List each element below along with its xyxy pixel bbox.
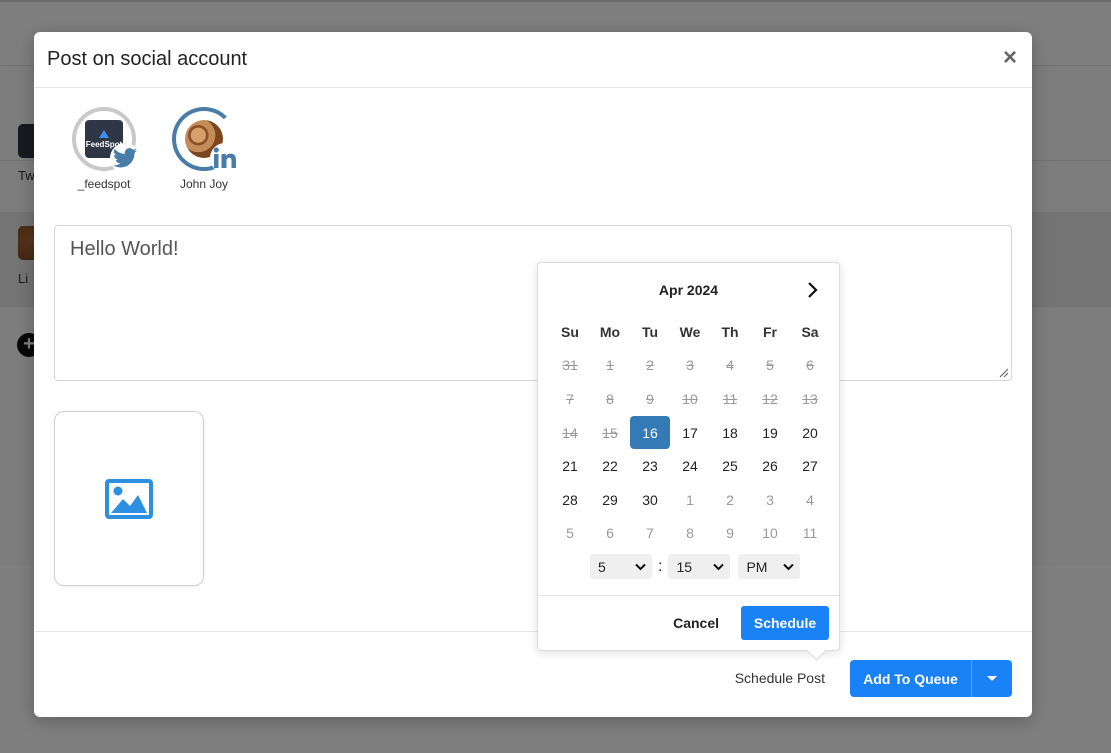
calendar-day[interactable]: 29: [590, 483, 630, 517]
datepicker-grid: Su Mo Tu We Th Fr Sa 31 1 2 3 4 5 6 7 8 9 10 11 12 13 14 15 16 1…: [550, 315, 830, 550]
account-name: _feedspot: [77, 177, 131, 191]
calendar-day[interactable]: 19: [750, 416, 790, 450]
queue-dropdown-toggle[interactable]: [972, 660, 1012, 697]
post-textarea[interactable]: Hello World!: [54, 225, 1012, 381]
calendar-day-disabled: 8: [606, 390, 614, 407]
calendar-day[interactable]: 27: [790, 449, 830, 483]
calendar-day-disabled: 12: [762, 390, 778, 407]
schedule-button[interactable]: Schedule: [741, 606, 829, 640]
cancel-button[interactable]: Cancel: [673, 615, 719, 631]
add-to-queue-button[interactable]: Add To Queue: [850, 660, 972, 697]
calendar-day-disabled: 7: [566, 390, 574, 407]
calendar-day-next-month[interactable]: 7: [630, 517, 670, 551]
account-ring: [172, 107, 240, 173]
calendar-day-disabled: 11: [722, 390, 738, 407]
weekday-header: We: [679, 323, 701, 340]
chevron-down-icon: [713, 563, 725, 570]
caret-down-icon: [987, 676, 997, 681]
calendar-day[interactable]: 30: [630, 483, 670, 517]
post-text-value: Hello World!: [70, 238, 179, 260]
calendar-day-disabled: 31: [562, 357, 578, 374]
calendar-day-disabled: 5: [766, 357, 774, 374]
calendar-day[interactable]: 18: [710, 416, 750, 450]
account-feedspot[interactable]: FeedSpot _feedspot: [72, 107, 140, 191]
weekday-header: Th: [721, 323, 739, 340]
calendar-day[interactable]: 23: [630, 449, 670, 483]
calendar-day[interactable]: 22: [590, 449, 630, 483]
account-john-joy[interactable]: John Joy: [172, 107, 240, 191]
calendar-day-next-month[interactable]: 11: [790, 517, 830, 551]
calendar-day[interactable]: 25: [710, 449, 750, 483]
twitter-icon: [110, 143, 140, 173]
calendar-day-disabled: 14: [562, 424, 578, 441]
calendar-day[interactable]: 24: [670, 449, 710, 483]
modal-title: Post on social account: [47, 48, 248, 70]
time-selector: 5 : 15 PM: [590, 554, 801, 579]
hour-value: 5: [598, 558, 606, 575]
account-name: John Joy: [179, 177, 229, 191]
hour-select[interactable]: 5: [590, 554, 652, 579]
linkedin-icon: [210, 143, 240, 173]
weekday-header: Mo: [599, 323, 621, 340]
modal-footer: Schedule Post Add To Queue: [34, 631, 1032, 717]
weekday-header: Su: [561, 323, 579, 340]
calendar-day-next-month[interactable]: 4: [790, 483, 830, 517]
resize-handle-icon[interactable]: [999, 368, 1009, 378]
calendar-day-disabled: 1: [606, 357, 614, 374]
ampm-select[interactable]: PM: [738, 554, 801, 579]
chevron-down-icon: [783, 563, 795, 570]
calendar-day-disabled: 10: [682, 390, 698, 407]
calendar-day-disabled: 4: [726, 357, 734, 374]
weekday-header: Tu: [641, 323, 659, 340]
calendar-day[interactable]: 20: [790, 416, 830, 450]
calendar-day-disabled: 6: [806, 357, 814, 374]
datepicker-footer: Cancel Schedule: [538, 595, 839, 651]
account-ring: FeedSpot: [72, 107, 140, 173]
calendar-day-disabled: 13: [802, 390, 818, 407]
calendar-day-next-month[interactable]: 8: [670, 517, 710, 551]
calendar-day-next-month[interactable]: 10: [750, 517, 790, 551]
calendar-day[interactable]: 21: [550, 449, 590, 483]
calendar-day-next-month[interactable]: 6: [590, 517, 630, 551]
image-icon: [105, 478, 153, 519]
time-separator: :: [658, 557, 663, 575]
post-modal: Post on social account × FeedSpot _feeds…: [34, 32, 1032, 717]
modal-header: Post on social account ×: [34, 32, 1032, 88]
calendar-day[interactable]: 17: [670, 416, 710, 450]
calendar-day[interactable]: 28: [550, 483, 590, 517]
ampm-value: PM: [746, 558, 768, 575]
calendar-day-next-month[interactable]: 9: [710, 517, 750, 551]
schedule-post-button[interactable]: Schedule Post: [735, 670, 825, 686]
add-to-queue-group: Add To Queue: [850, 660, 1012, 697]
calendar-day-disabled: 9: [646, 390, 654, 407]
datepicker-month: Apr 2024: [658, 282, 719, 298]
calendar-day-next-month[interactable]: 5: [550, 517, 590, 551]
add-media-button[interactable]: [54, 411, 204, 586]
calendar-day-disabled: 3: [686, 357, 694, 374]
calendar-day-next-month[interactable]: 3: [750, 483, 790, 517]
minute-select[interactable]: 15: [668, 554, 731, 579]
chevron-right-icon[interactable]: [805, 281, 821, 299]
close-icon[interactable]: ×: [1000, 46, 1020, 70]
datepicker: Apr 2024 Su Mo Tu We Th Fr Sa 31 1 2 3 4 5 6 7 8 9 10 11 12…: [537, 262, 840, 651]
chevron-down-icon: [635, 563, 646, 570]
weekday-header: Fr: [763, 323, 777, 340]
calendar-day-selected[interactable]: 16: [630, 415, 670, 450]
calendar-day-next-month[interactable]: 2: [710, 483, 750, 517]
calendar-day-disabled: 15: [602, 424, 618, 441]
minute-value: 15: [676, 558, 693, 575]
weekday-header: Sa: [801, 323, 819, 340]
account-list: FeedSpot _feedspot John Joy: [72, 107, 240, 191]
calendar-day[interactable]: 26: [750, 449, 790, 483]
calendar-day-next-month[interactable]: 1: [670, 483, 710, 517]
calendar-day-disabled: 2: [646, 357, 654, 374]
